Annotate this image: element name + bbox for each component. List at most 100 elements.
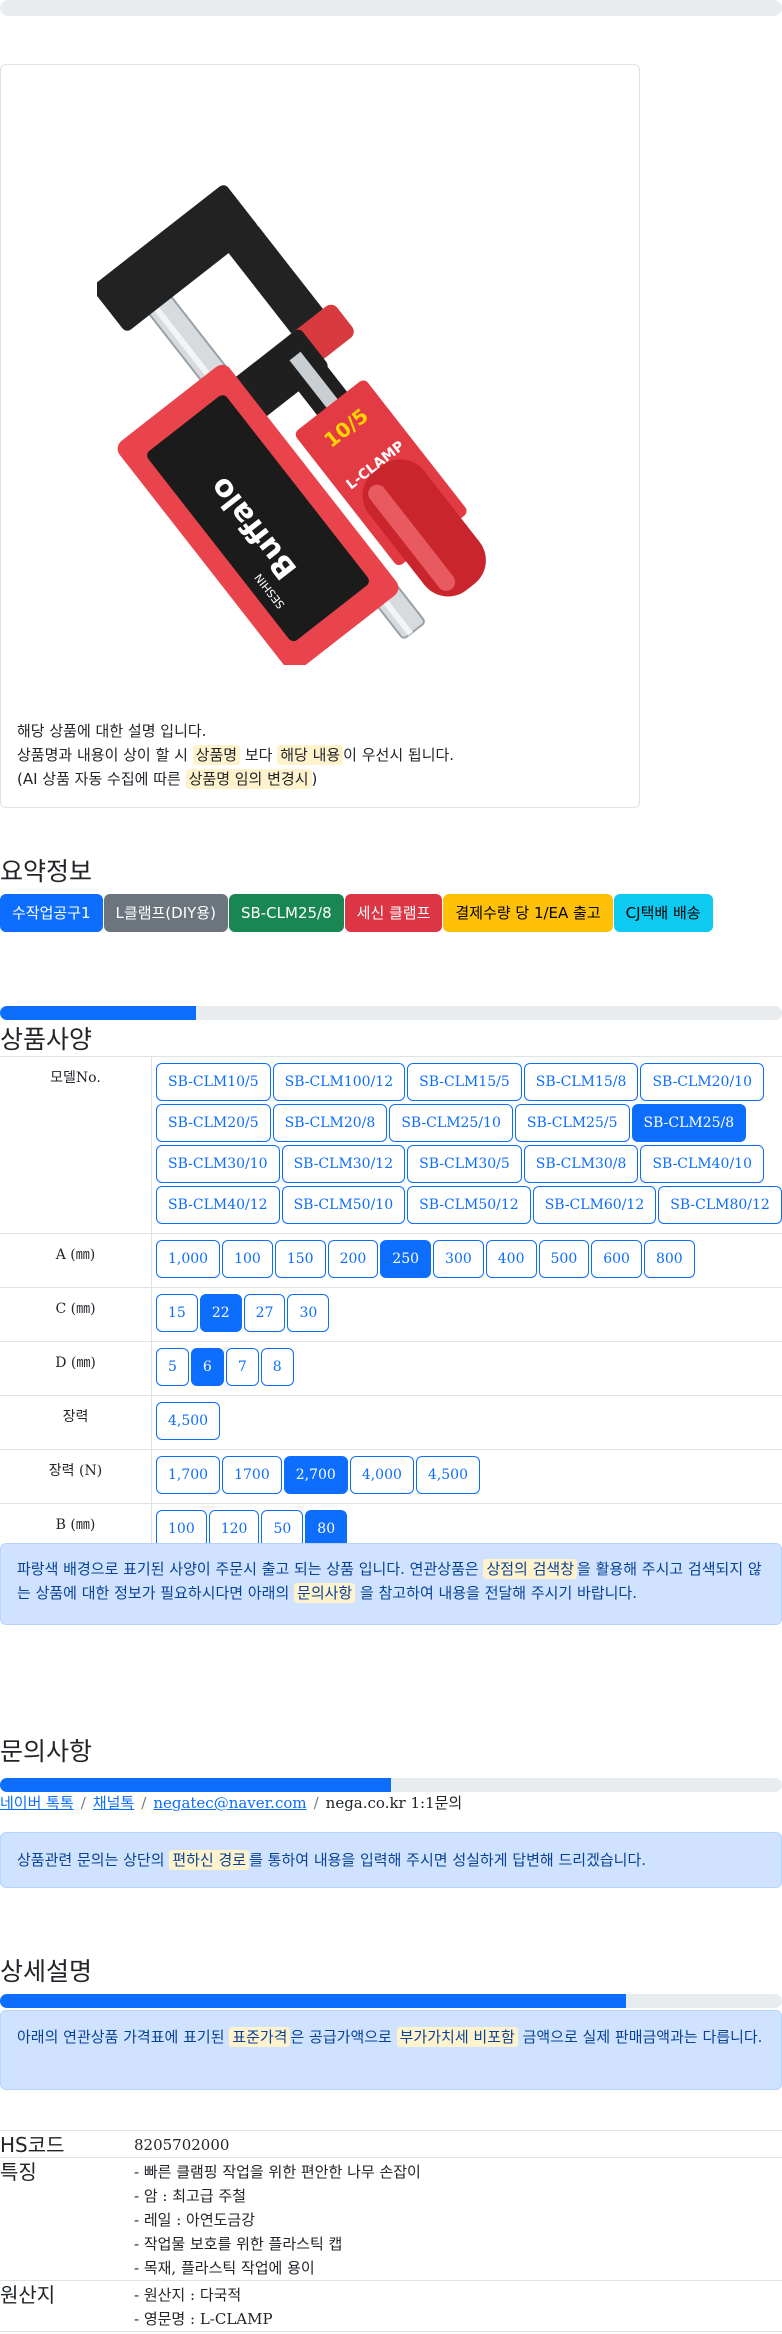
- spec-options: 15 22 27 30: [152, 1288, 782, 1341]
- spec-title: 상품사양: [0, 1025, 93, 1054]
- inquiry-title: 문의사항: [0, 1737, 93, 1766]
- spec-option[interactable]: 150: [274, 1240, 326, 1278]
- notice-text: 파랑색 배경으로 표기된 사양이 주문시 출고 되는 상품 입니다. 연관상품은: [17, 1560, 484, 1578]
- spec-option[interactable]: 500: [538, 1240, 590, 1278]
- spec-option[interactable]: SB-CLM25/10: [389, 1104, 513, 1142]
- spec-option[interactable]: SB-CLM100/12: [272, 1063, 406, 1101]
- detail-info-row: HS코드 8205702000: [0, 2131, 782, 2158]
- detail-info-row: 특징 - 빠른 클램핑 작업을 위한 편안한 나무 손잡이 - 암 : 최고급 주철…: [0, 2158, 782, 2281]
- summary-badge: 세신 클램프: [344, 894, 443, 932]
- spec-options: 4,500: [152, 1396, 782, 1449]
- summary-badge: CJ택배 배송: [613, 894, 713, 932]
- spec-option-selected[interactable]: 6: [190, 1348, 224, 1386]
- separator: /: [141, 1794, 147, 1812]
- spec-option-selected[interactable]: SB-CLM25/8: [631, 1104, 747, 1142]
- notice-text: 은 공급가액으로: [290, 2028, 397, 2046]
- notice-text: 아래의 연관상품 가격표에 표기된: [17, 2028, 230, 2046]
- spec-option[interactable]: 600: [591, 1240, 642, 1278]
- spec-option[interactable]: 5: [156, 1348, 189, 1386]
- spec-option[interactable]: SB-CLM80/12: [658, 1186, 782, 1224]
- spec-option[interactable]: 30: [287, 1294, 330, 1332]
- spec-option[interactable]: SB-CLM20/5: [156, 1104, 271, 1142]
- spec-option[interactable]: 4,500: [415, 1456, 481, 1494]
- desc-text: 이 우선시 됩니다.: [343, 746, 455, 764]
- spec-option-selected[interactable]: 250: [380, 1240, 432, 1278]
- highlight: 문의사항: [294, 1583, 356, 1603]
- highlight: 상품명 임의 변경시: [185, 769, 312, 789]
- naver-talk-link[interactable]: 네이버 톡톡: [0, 1794, 74, 1812]
- spec-option[interactable]: SB-CLM30/12: [281, 1145, 406, 1183]
- desc-text: ): [311, 770, 318, 788]
- spec-option[interactable]: 4,500: [156, 1402, 221, 1440]
- spec-options: SB-CLM10/5 SB-CLM100/12 SB-CLM15/5 SB-CLM15…: [152, 1057, 782, 1233]
- spec-option[interactable]: SB-CLM30/5: [407, 1145, 522, 1183]
- spec-option[interactable]: SB-CLM50/10: [281, 1186, 406, 1224]
- spec-option[interactable]: 27: [243, 1294, 286, 1332]
- spec-option[interactable]: 1700: [222, 1456, 282, 1494]
- spec-option[interactable]: SB-CLM50/12: [407, 1186, 531, 1224]
- spec-table: 모델No. SB-CLM10/5 SB-CLM100/12 SB-CLM15/5 SB-…: [0, 1056, 782, 1558]
- spec-row: 장력 4,500: [0, 1396, 782, 1450]
- top-progress-bar: [0, 0, 782, 16]
- spec-option[interactable]: SB-CLM20/10: [640, 1063, 764, 1101]
- spec-progress-fill: [0, 1006, 196, 1020]
- spec-option-selected[interactable]: 22: [199, 1294, 242, 1332]
- spec-option[interactable]: SB-CLM15/8: [523, 1063, 639, 1101]
- spec-option[interactable]: SB-CLM60/12: [532, 1186, 657, 1224]
- summary-badge: 수작업공구1: [0, 894, 103, 932]
- desc-line-1: 해당 상품에 대한 설명 입니다.: [17, 722, 207, 740]
- desc-text: 상품명과 내용이 상이 할 시: [17, 746, 193, 764]
- summary-badge: L클램프(DIY용): [103, 894, 228, 932]
- detail-info-table: HS코드 8205702000 특징 - 빠른 클램핑 작업을 위한 편안한 나무 손…: [0, 2130, 782, 2332]
- desc-line-2: 상품명과 내용이 상이 할 시 상품명 보다 해당 내용 이 우선시 됩니다.: [17, 743, 627, 767]
- spec-option[interactable]: 400: [485, 1240, 537, 1278]
- spec-options: 1,700 1700 2,700 4,000 4,500: [152, 1450, 782, 1503]
- detail-info-value: - 목재, 플라스틱 작업에 용이: [134, 2259, 315, 2277]
- detail-info-value: - 원산지 : 다국적: [134, 2286, 242, 2304]
- highlight: 상품명: [192, 745, 241, 765]
- channel-talk-link[interactable]: 채널톡: [93, 1794, 134, 1812]
- spec-label: 장력: [0, 1396, 152, 1449]
- detail-progress-fill: [0, 1994, 626, 2008]
- spec-option[interactable]: SB-CLM25/5: [514, 1104, 630, 1142]
- spec-option[interactable]: 800: [643, 1240, 695, 1278]
- spec-option[interactable]: 100: [222, 1240, 273, 1278]
- notice-text: 상품관련 문의는 상단의: [17, 1851, 170, 1869]
- spec-option[interactable]: SB-CLM40/12: [156, 1186, 280, 1224]
- spec-option[interactable]: SB-CLM40/10: [640, 1145, 764, 1183]
- spec-option[interactable]: 7: [225, 1348, 259, 1386]
- spec-option[interactable]: 1,000: [156, 1240, 221, 1278]
- spec-option[interactable]: 1,700: [156, 1456, 221, 1494]
- spec-progress-bar: [0, 1006, 782, 1020]
- inquiry-notice: 상품관련 문의는 상단의 편하신 경로 를 통하여 내용을 입력해 주시면 성실하…: [0, 1832, 782, 1888]
- spec-option-selected[interactable]: 2,700: [283, 1456, 348, 1494]
- spec-option[interactable]: SB-CLM10/5: [156, 1063, 271, 1101]
- spec-notice: 파랑색 배경으로 표기된 사양이 주문시 출고 되는 상품 입니다. 연관상품은…: [0, 1543, 782, 1625]
- product-image: Buffalo SESHIN 10/5 L-CLAMP: [97, 185, 486, 665]
- detail-info-value: - 영문명 : L-CLAMP: [134, 2310, 273, 2328]
- spec-option[interactable]: 300: [433, 1240, 484, 1278]
- desc-line-3: (AI 상품 자동 수집에 따른 상품명 임의 변경시): [17, 767, 627, 791]
- spec-option[interactable]: 200: [327, 1240, 379, 1278]
- detail-info-values: - 빠른 클램핑 작업을 위한 편안한 나무 손잡이 - 암 : 최고급 주철 - …: [134, 2158, 782, 2280]
- spec-label: C (㎜): [0, 1288, 152, 1341]
- inquiry-progress-bar: [0, 1778, 782, 1792]
- highlight: 표준가격: [229, 2027, 291, 2047]
- spec-option[interactable]: 4,000: [349, 1456, 414, 1494]
- detail-info-values: - 원산지 : 다국적 - 영문명 : L-CLAMP: [134, 2281, 782, 2331]
- spec-option[interactable]: 8: [260, 1348, 294, 1386]
- detail-info-label: HS코드: [0, 2133, 65, 2157]
- spec-option[interactable]: SB-CLM30/10: [156, 1145, 280, 1183]
- spec-option[interactable]: SB-CLM15/5: [407, 1063, 522, 1101]
- spec-row: 모델No. SB-CLM10/5 SB-CLM100/12 SB-CLM15/5 SB-…: [0, 1057, 782, 1234]
- spec-option[interactable]: SB-CLM30/8: [523, 1145, 639, 1183]
- spec-row: D (㎜) 5 6 7 8: [0, 1342, 782, 1396]
- desc-text: 보다: [240, 746, 278, 764]
- spec-option[interactable]: 15: [156, 1294, 198, 1332]
- spec-option[interactable]: SB-CLM20/8: [272, 1104, 388, 1142]
- separator: /: [80, 1794, 86, 1812]
- inquiry-links: 네이버 톡톡 / 채널톡 / negatec@naver.com / nega.co.kr …: [0, 1792, 462, 1813]
- email-link[interactable]: negatec@naver.com: [153, 1794, 306, 1812]
- highlight: 상점의 검색창: [483, 1559, 578, 1579]
- product-image-card: Buffalo SESHIN 10/5 L-CLAMP 해당 상품에 대한 설명…: [0, 64, 640, 808]
